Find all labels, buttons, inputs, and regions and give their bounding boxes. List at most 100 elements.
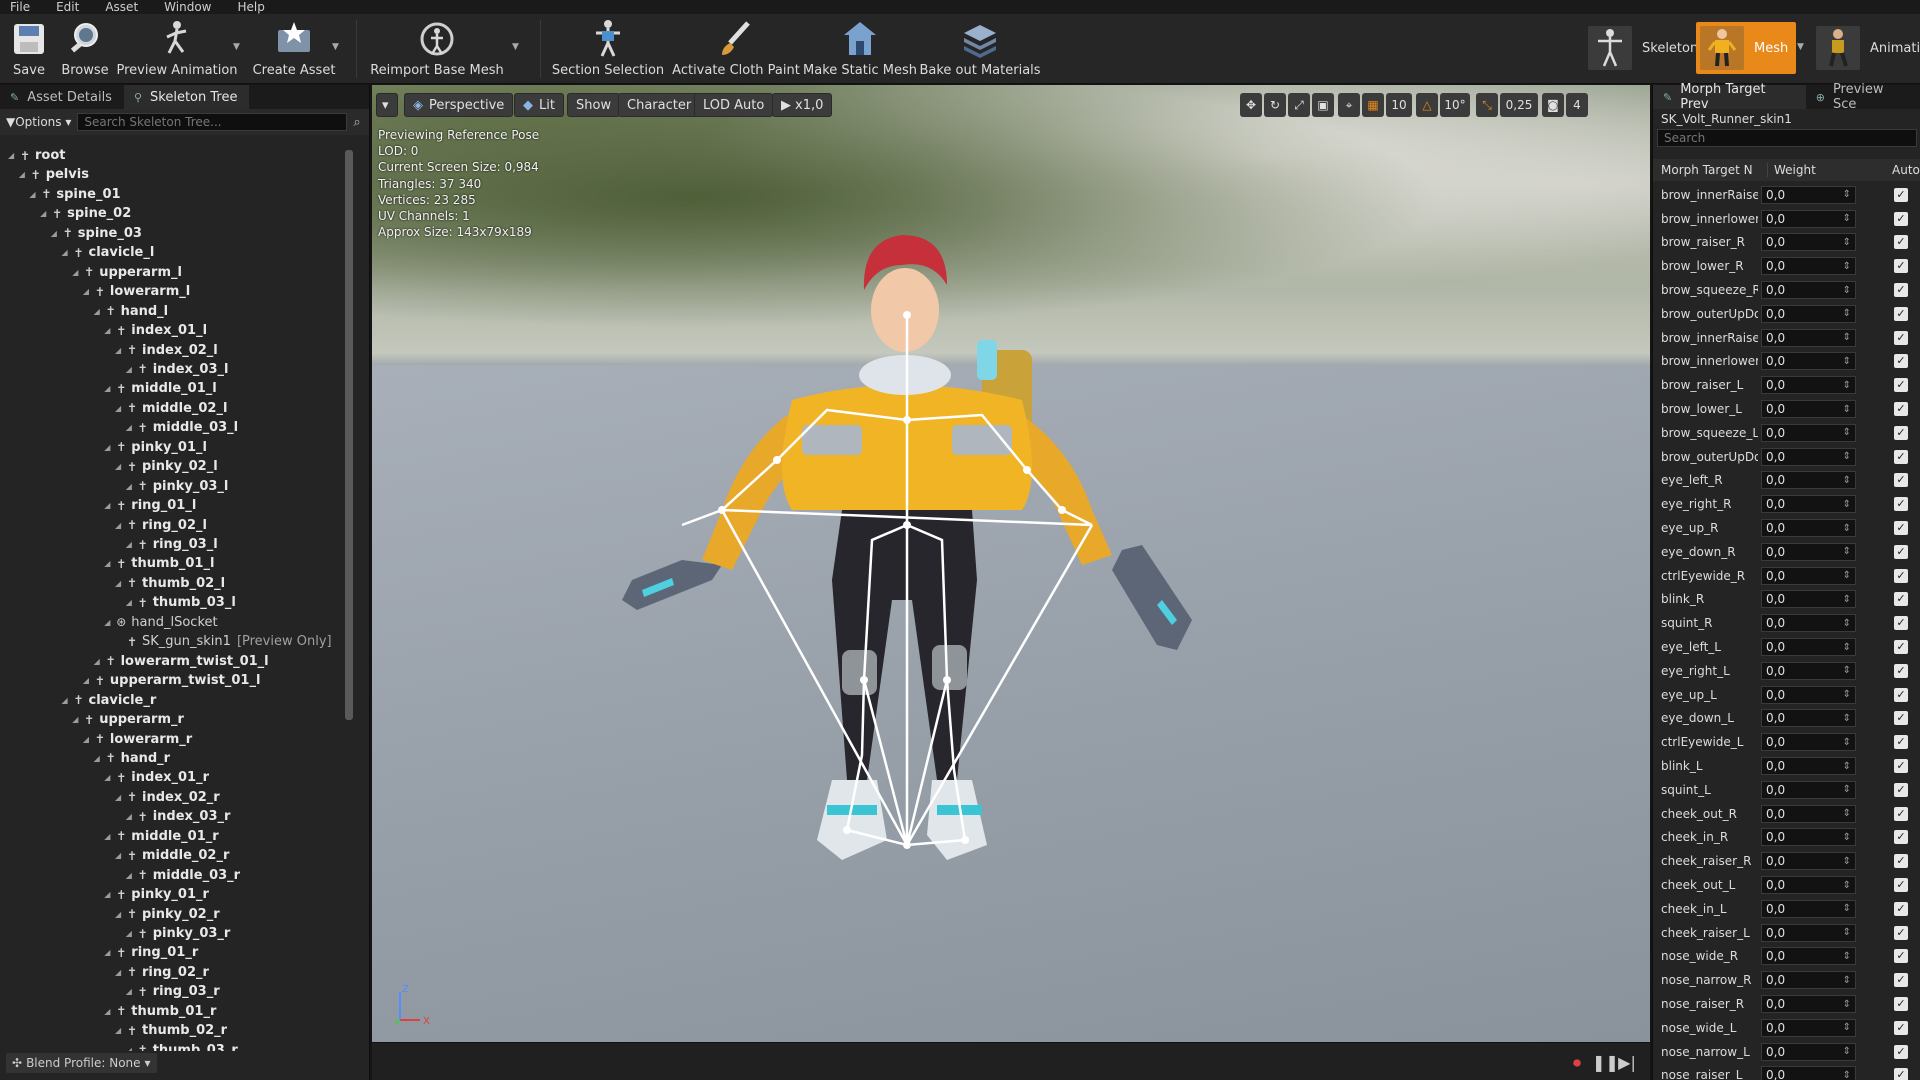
morph-weight-field[interactable]: 0,0 ⇕	[1761, 780, 1856, 799]
world-local-icon[interactable]: ▣	[1312, 93, 1334, 117]
morph-weight-field[interactable]: 0,0 ⇕	[1761, 971, 1856, 990]
drag-handle-icon[interactable]: ⇕	[1843, 808, 1851, 819]
skeleton-search-input[interactable]	[77, 113, 348, 131]
tree-item-pelvis[interactable]: ◢ ✝ pelvis	[0, 165, 89, 184]
preview-animation-dropdown-icon[interactable]: ▼	[233, 42, 245, 56]
tree-scrollbar[interactable]	[345, 150, 353, 720]
drag-handle-icon[interactable]: ⇕	[1843, 427, 1851, 438]
auto-checkbox[interactable]: ✓	[1894, 235, 1908, 250]
tree-item-thumb-01-l[interactable]: ◢ ✝ thumb_01_l	[0, 554, 214, 573]
auto-checkbox[interactable]: ✓	[1894, 711, 1908, 726]
morph-weight-field[interactable]: 0,0 ⇕	[1761, 804, 1856, 823]
auto-checkbox[interactable]: ✓	[1894, 925, 1908, 940]
tree-item-ring-02-r[interactable]: ◢ ✝ ring_02_r	[0, 963, 209, 982]
auto-checkbox[interactable]: ✓	[1894, 521, 1908, 536]
tree-item-thumb-03-l[interactable]: ◢ ✝ thumb_03_l	[0, 593, 236, 612]
morph-weight-field[interactable]: 0,0 ⇕	[1761, 614, 1856, 633]
auto-checkbox[interactable]: ✓	[1894, 568, 1908, 583]
expand-arrow-icon[interactable]: ◢	[104, 326, 114, 335]
expand-arrow-icon[interactable]: ◢	[29, 190, 39, 199]
expand-arrow-icon[interactable]: ◢	[104, 559, 114, 568]
preview-animation-button[interactable]: Preview Animation	[117, 18, 238, 80]
expand-arrow-icon[interactable]: ◢	[104, 832, 114, 841]
morph-weight-field[interactable]: 0,0 ⇕	[1761, 685, 1856, 704]
auto-checkbox[interactable]: ✓	[1894, 997, 1908, 1012]
auto-checkbox[interactable]: ✓	[1894, 759, 1908, 774]
menu-window[interactable]: Window	[164, 1, 211, 13]
auto-checkbox[interactable]: ✓	[1894, 973, 1908, 988]
search-icon[interactable]: ⌕	[353, 115, 360, 130]
perspective-button[interactable]: ◈ Perspective	[404, 93, 514, 117]
drag-handle-icon[interactable]: ⇕	[1843, 308, 1851, 319]
character-preview[interactable]	[602, 180, 1252, 1040]
drag-handle-icon[interactable]: ⇕	[1843, 927, 1851, 938]
auto-checkbox[interactable]: ✓	[1894, 854, 1908, 869]
save-button[interactable]: Save	[8, 18, 50, 80]
auto-checkbox[interactable]: ✓	[1894, 473, 1908, 488]
tab-skeleton-tree[interactable]: ⚲ Skeleton Tree	[123, 85, 250, 109]
expand-arrow-icon[interactable]: ◢	[104, 384, 114, 393]
options-button[interactable]: ▼Options ▾	[6, 115, 71, 129]
menu-edit[interactable]: Edit	[56, 1, 79, 13]
tree-item-ring-03-r[interactable]: ◢ ✝ ring_03_r	[0, 982, 220, 1001]
drag-handle-icon[interactable]: ⇕	[1843, 665, 1851, 676]
expand-arrow-icon[interactable]: ◢	[126, 540, 136, 549]
auto-checkbox[interactable]: ✓	[1894, 402, 1908, 417]
morph-weight-field[interactable]: 0,0 ⇕	[1761, 233, 1856, 252]
expand-arrow-icon[interactable]: ◢	[126, 1046, 136, 1051]
expand-arrow-icon[interactable]: ◢	[115, 851, 125, 860]
auto-checkbox[interactable]: ✓	[1894, 1068, 1908, 1080]
tree-item-lowerarm-twist-01-l[interactable]: ◢ ✝ lowerarm_twist_01_l	[0, 652, 269, 671]
camera-speed-value[interactable]: 4	[1566, 93, 1588, 117]
tree-item-lowerarm-l[interactable]: ◢ ✝ lowerarm_l	[0, 282, 190, 301]
expand-arrow-icon[interactable]: ◢	[104, 618, 114, 627]
expand-arrow-icon[interactable]: ◢	[104, 443, 114, 452]
surface-snap-icon[interactable]: ⌖	[1338, 93, 1360, 117]
auto-checkbox[interactable]: ✓	[1894, 378, 1908, 393]
drag-handle-icon[interactable]: ⇕	[1843, 499, 1851, 510]
morph-weight-field[interactable]: 0,0 ⇕	[1761, 566, 1856, 585]
rotation-snap-icon[interactable]: △	[1416, 93, 1438, 117]
tree-item-upperarm-l[interactable]: ◢ ✝ upperarm_l	[0, 263, 182, 282]
mode-mesh-button[interactable]: Mesh	[1696, 22, 1797, 74]
expand-arrow-icon[interactable]: ◢	[126, 598, 136, 607]
tree-item-hand-r[interactable]: ◢ ✝ hand_r	[0, 749, 171, 768]
expand-arrow-icon[interactable]: ◢	[126, 365, 136, 374]
drag-handle-icon[interactable]: ⇕	[1843, 285, 1851, 296]
auto-checkbox[interactable]: ✓	[1894, 901, 1908, 916]
section-selection-button[interactable]: Section Selection	[552, 18, 664, 80]
tree-item-spine-02[interactable]: ◢ ✝ spine_02	[0, 204, 131, 223]
playback-speed-button[interactable]: ▶ x1,0	[772, 93, 833, 117]
auto-checkbox[interactable]: ✓	[1894, 306, 1908, 321]
viewport[interactable]: ▾ ◈ Perspective ◆ Lit Show Character LOD A…	[372, 85, 1650, 1042]
tree-item-spine-01[interactable]: ◢ ✝ spine_01	[0, 185, 120, 204]
tree-item-root[interactable]: ◢ ✝ root	[0, 146, 66, 165]
drag-handle-icon[interactable]: ⇕	[1843, 642, 1851, 653]
expand-arrow-icon[interactable]: ◢	[115, 521, 125, 530]
auto-checkbox[interactable]: ✓	[1894, 663, 1908, 678]
expand-arrow-icon[interactable]: ◢	[62, 248, 72, 257]
auto-checkbox[interactable]: ✓	[1894, 949, 1908, 964]
expand-arrow-icon[interactable]: ◢	[126, 987, 136, 996]
morph-weight-field[interactable]: 0,0 ⇕	[1761, 757, 1856, 776]
expand-arrow-icon[interactable]: ◢	[19, 170, 29, 179]
scale-snap-value[interactable]: 0,25	[1500, 93, 1538, 117]
morph-weight-field[interactable]: 0,0 ⇕	[1761, 876, 1856, 895]
camera-speed-icon[interactable]: ◙	[1542, 93, 1564, 117]
auto-checkbox[interactable]: ✓	[1894, 497, 1908, 512]
expand-arrow-icon[interactable]: ◢	[115, 579, 125, 588]
morph-weight-field[interactable]: 0,0 ⇕	[1761, 899, 1856, 918]
drag-handle-icon[interactable]: ⇕	[1843, 546, 1851, 557]
morph-weight-field[interactable]: 0,0 ⇕	[1761, 281, 1856, 300]
mesh-mode-dropdown-icon[interactable]: ▼	[1797, 42, 1809, 56]
auto-checkbox[interactable]: ✓	[1894, 830, 1908, 845]
morph-weight-field[interactable]: 0,0 ⇕	[1761, 852, 1856, 871]
browse-button[interactable]: Browse	[60, 18, 110, 80]
expand-arrow-icon[interactable]: ◢	[40, 209, 50, 218]
menu-asset[interactable]: Asset	[105, 1, 138, 13]
grid-snap-icon[interactable]: ▦	[1362, 93, 1384, 117]
auto-checkbox[interactable]: ✓	[1894, 735, 1908, 750]
drag-handle-icon[interactable]: ⇕	[1843, 951, 1851, 962]
drag-handle-icon[interactable]: ⇕	[1843, 570, 1851, 581]
tree-item-thumb-01-r[interactable]: ◢ ✝ thumb_01_r	[0, 1002, 216, 1021]
